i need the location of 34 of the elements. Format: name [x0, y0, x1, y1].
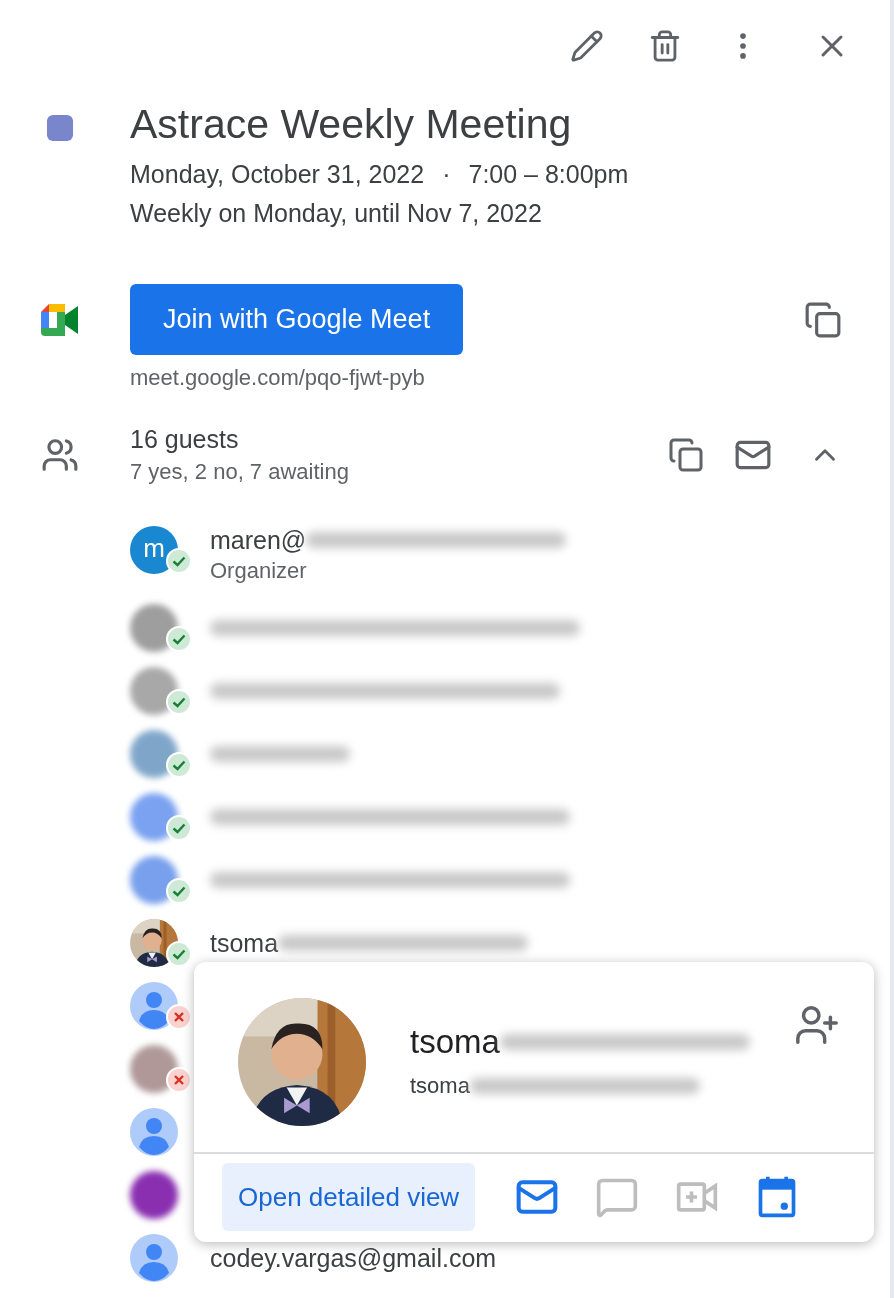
contact-email: tsoma	[410, 1072, 470, 1100]
event-title: Astrace Weekly Meeting	[130, 100, 573, 149]
guest-name: tsoma	[210, 928, 279, 957]
guest-name: codey.vargas@gmail.com	[210, 1243, 497, 1272]
guest-role: Organizer	[210, 557, 308, 585]
event-date: Monday, October 31, 2022	[130, 159, 425, 190]
open-detailed-view-button[interactable]: Open detailed view	[222, 1163, 476, 1231]
check-icon	[166, 625, 192, 652]
contact-name: tsoma	[410, 1022, 500, 1062]
meet-link[interactable]: meet.google.com/pqo-fjwt-pyb	[130, 361, 890, 394]
copy-icon[interactable]	[804, 300, 842, 339]
check-icon	[166, 814, 192, 841]
check-icon	[166, 548, 192, 574]
avatar-icon	[130, 1107, 178, 1156]
recurrence-text: Weekly on Monday, until Nov 7, 2022	[130, 198, 543, 229]
check-icon	[166, 877, 192, 904]
cross-icon	[166, 1066, 192, 1093]
delete-icon[interactable]	[648, 29, 682, 63]
join-meet-button[interactable]: Join with Google Meet	[130, 284, 464, 355]
cross-icon	[166, 1003, 192, 1030]
guest-count: 16 guests	[130, 424, 240, 455]
guest-name: maren@	[210, 526, 307, 554]
rsvp-summary: 7 yes, 2 no, 7 awaiting	[130, 458, 350, 486]
check-icon	[166, 940, 192, 967]
check-icon	[166, 751, 192, 778]
event-time: 7:00 – 8:00pm	[468, 159, 629, 190]
meet-logo-icon	[41, 303, 79, 336]
copy-icon[interactable]	[668, 437, 704, 473]
guests-icon	[41, 436, 79, 474]
check-icon	[166, 688, 192, 715]
avatar: m	[130, 526, 178, 574]
separator: ·	[442, 159, 451, 190]
edit-icon[interactable]	[570, 29, 604, 63]
avatar-icon	[130, 1233, 178, 1282]
